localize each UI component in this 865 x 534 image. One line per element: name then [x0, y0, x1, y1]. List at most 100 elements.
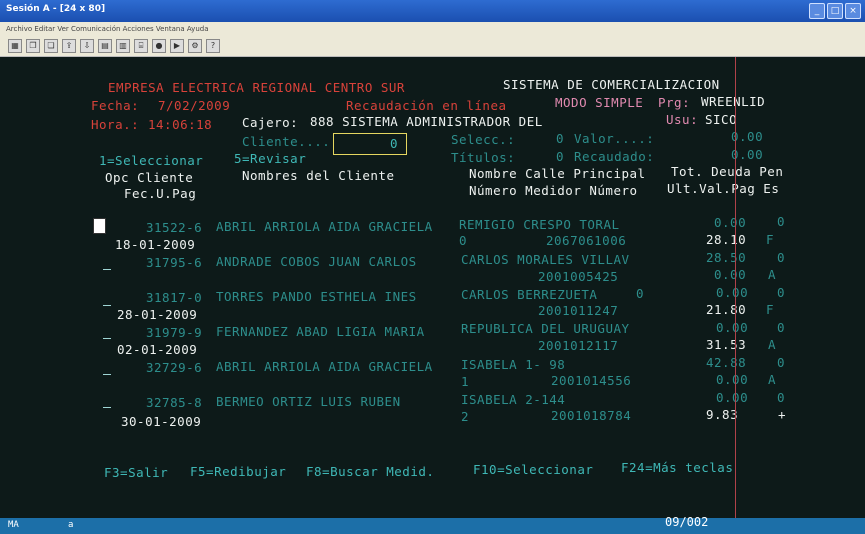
row-nombre: TORRES PANDO ESTHELA INES — [216, 289, 417, 304]
row-estado1: 0 — [777, 390, 786, 405]
window-titlebar: Sesión A - [24 x 80] _ □ × — [0, 0, 865, 22]
row-estado1: 0 — [777, 355, 786, 370]
prg-value: WREENLID — [701, 94, 766, 109]
cliente-input[interactable]: 0 — [333, 133, 407, 155]
f3-exit-key[interactable]: F3=Salir — [104, 466, 168, 479]
row-medidor: 2001014556 — [551, 373, 632, 388]
selecc-label: Selecc.: — [451, 132, 516, 147]
record-icon[interactable]: ● — [152, 39, 166, 53]
paste-icon[interactable]: ❏ — [44, 39, 58, 53]
cursor-column-ruler — [735, 57, 736, 534]
row-num: 0 — [636, 286, 645, 301]
f10-select-key[interactable]: F10=Seleccionar — [473, 463, 593, 476]
row-medidor: 2067061006 — [546, 233, 627, 248]
hora-value: 14:06:18 — [148, 117, 213, 132]
row-nombre: ANDRADE COBOS JUAN CARLOS — [216, 254, 417, 269]
row-selector-input[interactable] — [93, 218, 106, 234]
col-numero: Número Medidor Número — [469, 183, 638, 198]
menu-bar[interactable]: Archivo Editar Ver Comunicación Acciones… — [0, 22, 865, 36]
row-cliente: 31817-0 — [146, 290, 203, 305]
row-calle: REMIGIO CRESPO TORAL — [459, 217, 620, 232]
display-icon[interactable]: ▤ — [98, 39, 112, 53]
row-deuda: 0.00 — [716, 285, 749, 300]
row-estado1: 0 — [777, 250, 786, 265]
row-selector-input[interactable] — [103, 338, 111, 339]
row-medidor: 2001011247 — [538, 303, 619, 318]
row-estado2: F — [766, 232, 775, 247]
fecha-value: 7/02/2009 — [158, 98, 231, 113]
send-icon[interactable]: ⇪ — [62, 39, 76, 53]
usu-label: Usu: — [666, 112, 699, 127]
col-opc-cliente: Opc Cliente — [105, 170, 194, 185]
print-icon[interactable]: ▦ — [8, 39, 22, 53]
row-num: 1 — [461, 374, 470, 389]
minimize-button[interactable]: _ — [809, 3, 825, 19]
f8-search-meter-key[interactable]: F8=Buscar Medid. — [306, 465, 434, 478]
col-ult-val: Ult.Val.Pag Es — [667, 181, 780, 196]
row-ultval: 0.00 — [714, 267, 747, 282]
toolbar: ▦ ❐ ❏ ⇪ ⇩ ▤ ▥ ⌸ ● ▶ ⚙ ? — [0, 36, 865, 57]
row-estado1: 0 — [777, 320, 786, 335]
play-icon[interactable]: ▶ — [170, 39, 184, 53]
row-fecha: 18-01-2009 — [115, 237, 196, 252]
window-title: Sesión A - [24 x 80] — [6, 4, 106, 14]
system-name: SISTEMA DE COMERCIALIZACION — [503, 77, 720, 92]
option-revisar: 5=Revisar — [234, 151, 307, 166]
row-ultval: 0.00 — [716, 372, 749, 387]
usu-value: SICO — [705, 112, 738, 127]
row-selector-input[interactable] — [103, 407, 111, 408]
selecc-value: 0 — [556, 131, 565, 146]
row-deuda: 42.88 — [706, 355, 747, 370]
help-icon[interactable]: ? — [206, 39, 220, 53]
row-nombre: FERNANDEZ ABAD LIGIA MARIA — [216, 324, 425, 339]
cliente-label: Cliente.... — [242, 134, 331, 149]
recaudacion-label: Recaudación en línea — [346, 98, 507, 113]
row-selector-input[interactable] — [103, 374, 111, 375]
recaudado-label: Recaudado: — [574, 149, 655, 164]
row-num: 0 — [459, 233, 468, 248]
row-cliente: 32729-6 — [146, 360, 203, 375]
row-estado2: F — [766, 302, 775, 317]
row-fecha: 28-01-2009 — [117, 307, 198, 322]
row-estado1: 0 — [777, 214, 786, 229]
row-medidor: 2001012117 — [538, 338, 619, 353]
row-calle: CARLOS BERREZUETA — [461, 287, 598, 302]
row-calle: ISABELA 2-144 — [461, 392, 566, 407]
titulos-label: Títulos: — [451, 150, 516, 165]
row-calle: ISABELA 1- 98 — [461, 357, 566, 372]
f5-redraw-key[interactable]: F5=Redibujar — [190, 465, 286, 478]
close-button[interactable]: × — [845, 3, 861, 19]
color-icon[interactable]: ▥ — [116, 39, 130, 53]
row-calle: REPUBLICA DEL URUGUAY — [461, 321, 630, 336]
maximize-button[interactable]: □ — [827, 3, 843, 19]
row-deuda: 0.00 — [714, 215, 747, 230]
row-estado2: A — [768, 337, 777, 352]
row-fecha: 02-01-2009 — [117, 342, 198, 357]
row-cliente: 31522-6 — [146, 220, 203, 235]
row-deuda: 0.00 — [716, 320, 749, 335]
row-deuda: 28.50 — [706, 250, 747, 265]
row-deuda: 0.00 — [716, 390, 749, 405]
prg-label: Prg: — [658, 95, 691, 110]
titulos-value: 0 — [556, 149, 565, 164]
page-indicator: 09/002 — [665, 515, 709, 529]
status-indicator: a — [68, 520, 74, 530]
macro-icon[interactable]: ⚙ — [188, 39, 202, 53]
modo-label: MODO SIMPLE — [555, 95, 644, 110]
col-calle: Nombre Calle Principal — [469, 166, 646, 181]
company-name: EMPRESA ELECTRICA REGIONAL CENTRO SUR — [108, 80, 405, 95]
row-selector-input[interactable] — [103, 305, 111, 306]
row-nombre: ABRIL ARRIOLA AIDA GRACIELA — [216, 219, 433, 234]
row-calle: CARLOS MORALES VILLAV — [461, 252, 630, 267]
row-ultval: 28.10 — [706, 232, 747, 247]
fecha-label: Fecha: — [91, 98, 140, 113]
row-selector-input[interactable] — [103, 269, 111, 270]
row-medidor: 2001018784 — [551, 408, 632, 423]
row-nombre: ABRIL ARRIOLA AIDA GRACIELA — [216, 359, 433, 374]
receive-icon[interactable]: ⇩ — [80, 39, 94, 53]
f24-more-keys[interactable]: F24=Más teclas — [621, 461, 733, 474]
map-icon[interactable]: ⌸ — [134, 39, 148, 53]
copy-icon[interactable]: ❐ — [26, 39, 40, 53]
menu-text[interactable]: Archivo Editar Ver Comunicación Acciones… — [6, 25, 208, 33]
col-tot-deuda: Tot. Deuda Pen — [671, 164, 784, 179]
